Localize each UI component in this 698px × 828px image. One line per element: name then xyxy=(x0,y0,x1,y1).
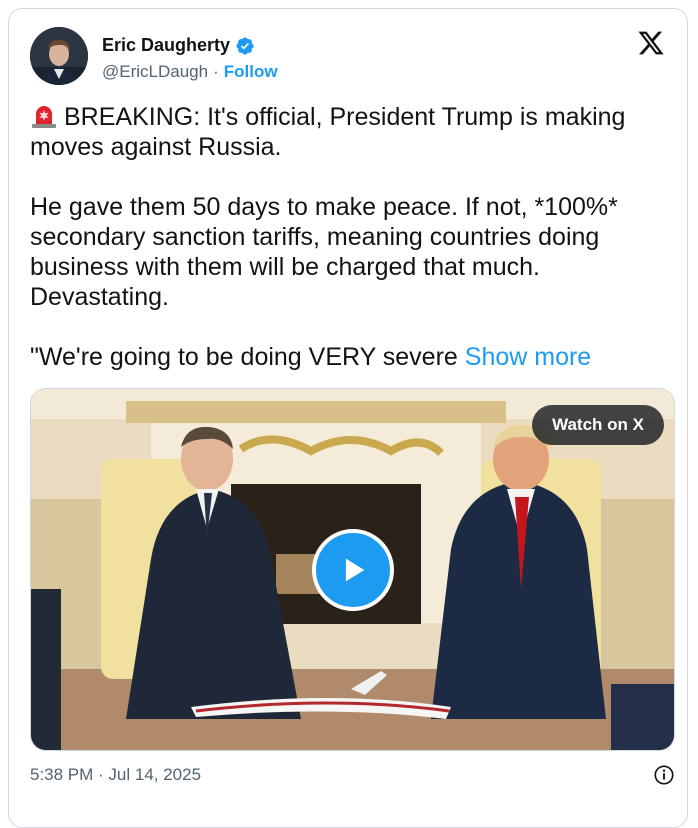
author-name-row: Eric Daugherty xyxy=(102,35,255,56)
verified-badge-icon xyxy=(236,36,254,55)
author-handle[interactable]: @EricLDaugh xyxy=(102,62,208,82)
play-icon xyxy=(345,558,365,582)
tweet-line-1: BREAKING: It's official, President Trump… xyxy=(30,103,626,161)
tweet-timestamp[interactable]: 5:38 PM · Jul 14, 2025 xyxy=(30,765,201,785)
tweet-paragraph-3: "We're going to be doing VERY severe Sho… xyxy=(30,342,670,372)
tweet-paragraph-1: BREAKING: It's official, President Trump… xyxy=(30,101,670,162)
tweet-card: Eric Daugherty @EricLDaugh · Follow BREA… xyxy=(8,8,688,828)
tweet-text: BREAKING: It's official, President Trump… xyxy=(30,101,670,402)
rotating-light-emoji-icon xyxy=(32,106,56,128)
tweet-footer: 5:38 PM · Jul 14, 2025 xyxy=(30,764,675,786)
author-name[interactable]: Eric Daugherty xyxy=(102,35,230,56)
play-button[interactable] xyxy=(312,529,394,611)
info-icon[interactable] xyxy=(653,764,675,786)
show-more-link[interactable]: Show more xyxy=(465,343,591,371)
watch-on-x-button[interactable]: Watch on X xyxy=(532,405,664,445)
x-logo-icon[interactable] xyxy=(637,29,665,57)
video-player[interactable]: Watch on X xyxy=(30,388,675,751)
avatar[interactable] xyxy=(30,27,88,85)
avatar-image xyxy=(30,27,88,85)
author-handle-row: @EricLDaugh · Follow xyxy=(102,62,278,82)
follow-button[interactable]: Follow xyxy=(224,62,278,82)
separator-dot: · xyxy=(213,62,219,81)
tweet-paragraph-2: He gave them 50 days to make peace. If n… xyxy=(30,193,618,311)
tweet-line-3: "We're going to be doing VERY severe xyxy=(30,343,458,371)
